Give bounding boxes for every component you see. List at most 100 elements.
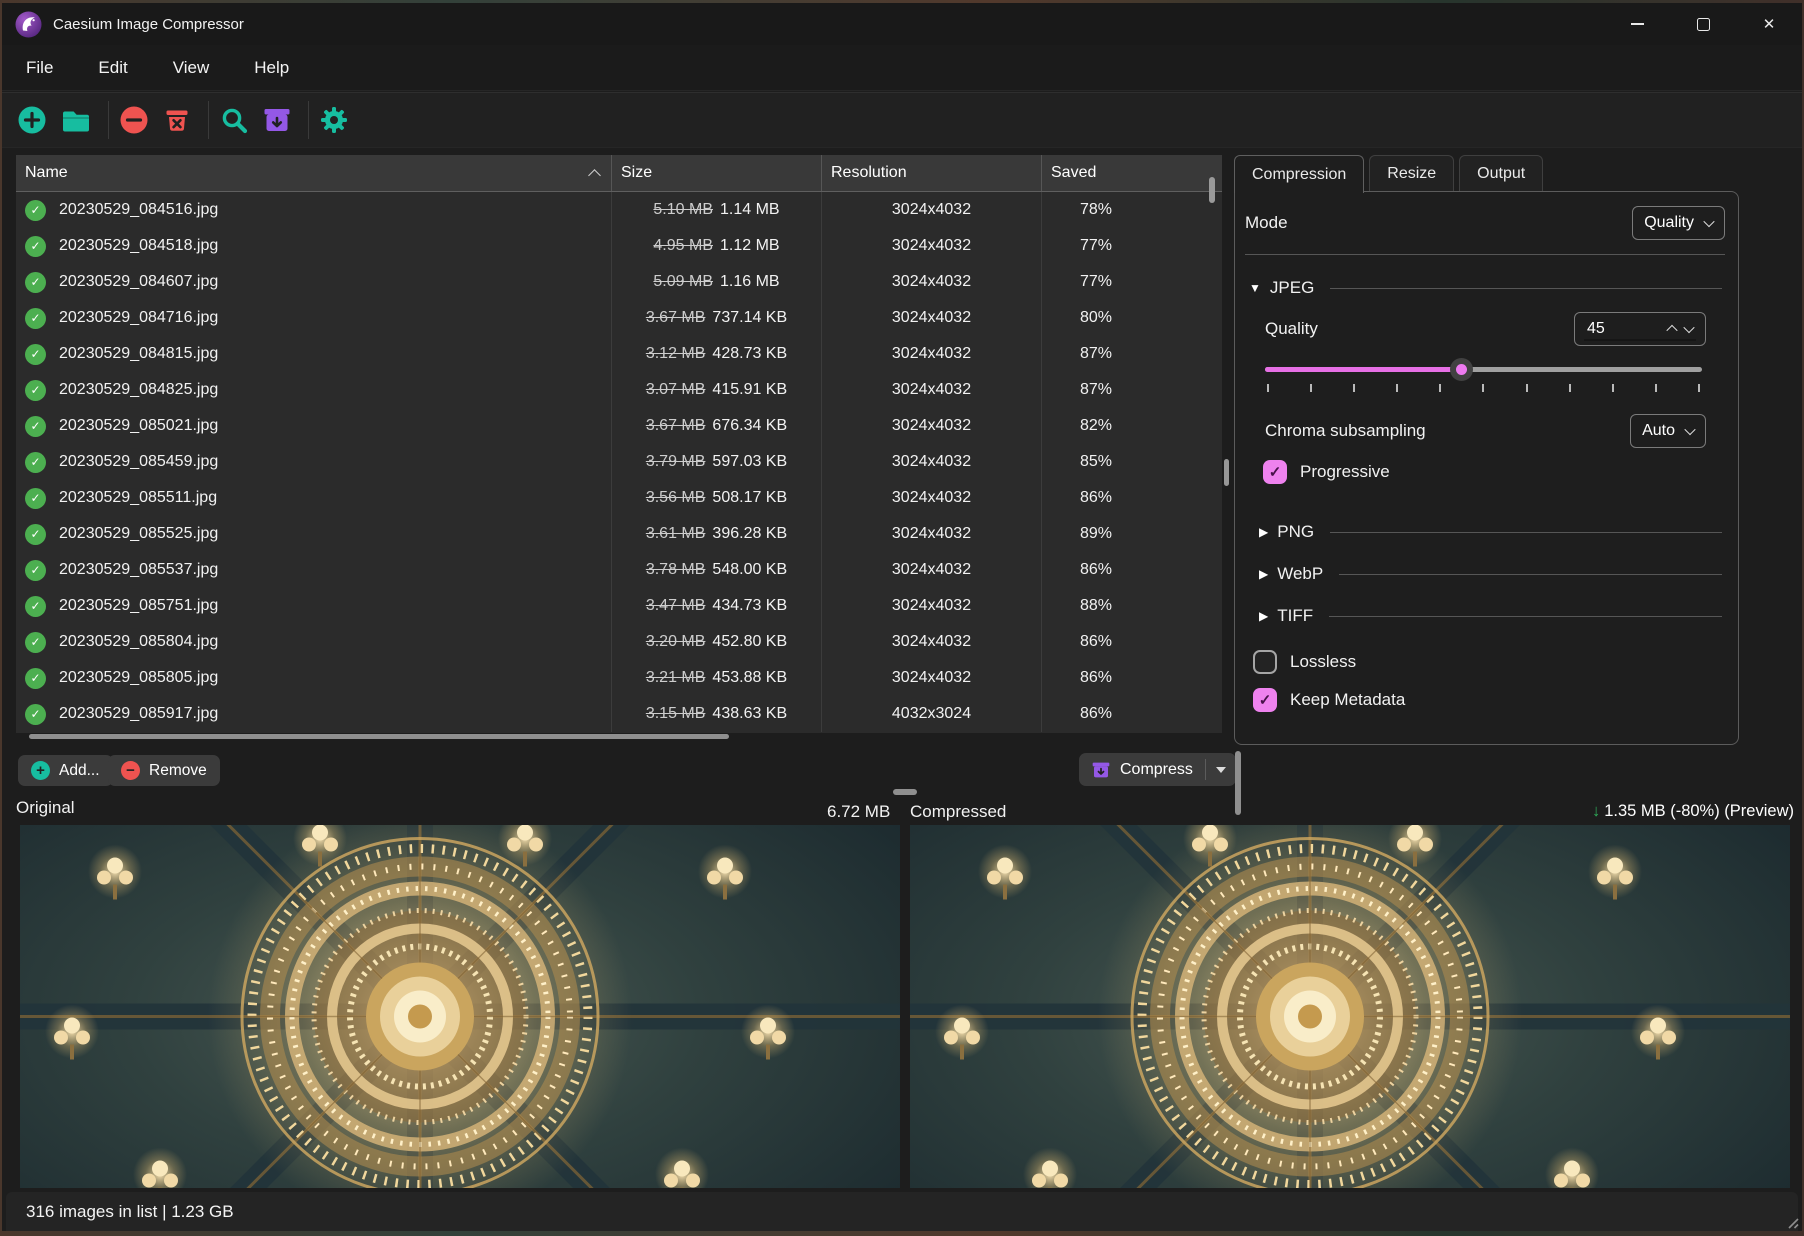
file-name: 20230529_085805.jpg: [59, 669, 218, 687]
column-header-name[interactable]: Name: [16, 155, 612, 191]
lossless-label: Lossless: [1290, 652, 1356, 672]
file-new-size: 1.12 MB: [720, 237, 780, 255]
close-button[interactable]: ✕: [1736, 3, 1802, 45]
add-folder-icon: [60, 105, 92, 135]
preview-splitter-handle[interactable]: [893, 789, 917, 795]
add-icon: +: [31, 761, 50, 780]
clear-list-button[interactable]: [162, 105, 192, 135]
remove-button[interactable]: − Remove: [108, 755, 220, 786]
file-new-size: 548.00 KB: [712, 561, 787, 579]
column-header-resolution[interactable]: Resolution: [822, 155, 1042, 191]
mode-dropdown[interactable]: Quality: [1632, 206, 1725, 240]
webp-section-header[interactable]: WebP: [1277, 564, 1323, 584]
panel-tabs: Compression Resize Output: [1234, 155, 1548, 193]
table-row[interactable]: ✓ 20230529_085525.jpg 3.61 MB 396.28 KB …: [16, 516, 1222, 552]
table-vertical-scrollbar[interactable]: [1209, 177, 1215, 203]
file-name: 20230529_084607.jpg: [59, 273, 218, 291]
table-row[interactable]: ✓ 20230529_085805.jpg 3.21 MB 453.88 KB …: [16, 660, 1222, 696]
quality-slider-handle[interactable]: [1450, 358, 1473, 381]
remove-file-button[interactable]: [119, 105, 149, 135]
file-name: 20230529_084518.jpg: [59, 237, 218, 255]
file-saved: 85%: [1042, 444, 1222, 480]
status-check-icon: ✓: [25, 380, 46, 401]
table-row[interactable]: ✓ 20230529_085021.jpg 3.67 MB 676.34 KB …: [16, 408, 1222, 444]
chroma-subsampling-dropdown[interactable]: Auto: [1630, 414, 1706, 448]
status-bar: 316 images in list | 1.23 GB: [6, 1192, 1798, 1231]
spin-up-icon[interactable]: [1666, 325, 1677, 336]
table-row[interactable]: ✓ 20230529_085537.jpg 3.78 MB 548.00 KB …: [16, 552, 1222, 588]
table-row[interactable]: ✓ 20230529_084825.jpg 3.07 MB 415.91 KB …: [16, 372, 1222, 408]
compress-options-arrow[interactable]: [1206, 753, 1236, 786]
quality-spinbox[interactable]: 45: [1574, 312, 1706, 346]
table-row[interactable]: ✓ 20230529_084815.jpg 3.12 MB 428.73 KB …: [16, 336, 1222, 372]
menu-view[interactable]: View: [173, 58, 210, 78]
file-resolution: 3024x4032: [822, 192, 1042, 228]
compressed-preview-image: [910, 825, 1790, 1188]
compress-button[interactable]: Compress: [1079, 753, 1236, 786]
resize-grip[interactable]: [1785, 1215, 1799, 1229]
add-button[interactable]: + Add...: [18, 755, 113, 786]
tiff-section-header[interactable]: TIFF: [1277, 606, 1313, 626]
png-section-header[interactable]: PNG: [1277, 522, 1314, 542]
file-new-size: 1.14 MB: [720, 201, 780, 219]
compress-toolbar-button[interactable]: [262, 105, 292, 135]
progressive-checkbox[interactable]: ✓: [1263, 460, 1287, 484]
spin-down-icon[interactable]: [1683, 322, 1694, 333]
jpeg-section-header[interactable]: JPEG: [1270, 278, 1314, 298]
table-row[interactable]: ✓ 20230529_085751.jpg 3.47 MB 434.73 KB …: [16, 588, 1222, 624]
file-resolution: 3024x4032: [822, 300, 1042, 336]
add-button-label: Add...: [59, 762, 100, 780]
table-row[interactable]: ✓ 20230529_085804.jpg 3.20 MB 452.80 KB …: [16, 624, 1222, 660]
quality-label: Quality: [1265, 319, 1318, 339]
add-folder-button[interactable]: [60, 105, 92, 135]
table-row[interactable]: ✓ 20230529_084516.jpg 5.10 MB 1.14 MB 30…: [16, 192, 1222, 228]
table-row[interactable]: ✓ 20230529_085917.jpg 3.15 MB 438.63 KB …: [16, 696, 1222, 732]
minimize-icon: [1631, 23, 1644, 25]
table-row[interactable]: ✓ 20230529_085459.jpg 3.79 MB 597.03 KB …: [16, 444, 1222, 480]
preview-button[interactable]: [219, 105, 249, 135]
panel-splitter-handle[interactable]: [1224, 459, 1229, 486]
table-row[interactable]: ✓ 20230529_085511.jpg 3.56 MB 508.17 KB …: [16, 480, 1222, 516]
table-row[interactable]: ✓ 20230529_084518.jpg 4.95 MB 1.12 MB 30…: [16, 228, 1222, 264]
tab-resize[interactable]: Resize: [1369, 155, 1454, 191]
column-header-size[interactable]: Size: [612, 155, 822, 191]
maximize-button[interactable]: [1670, 3, 1736, 45]
original-preview-label: Original: [16, 798, 75, 818]
file-name: 20230529_085751.jpg: [59, 597, 218, 615]
keep-metadata-checkbox[interactable]: ✓: [1253, 688, 1277, 712]
add-files-button[interactable]: [17, 105, 47, 135]
menu-help[interactable]: Help: [254, 58, 289, 78]
file-name: 20230529_084815.jpg: [59, 345, 218, 363]
status-check-icon: ✓: [25, 668, 46, 689]
chevron-down-icon: [1216, 767, 1226, 773]
tab-output[interactable]: Output: [1459, 155, 1543, 191]
file-saved: 86%: [1042, 696, 1222, 732]
original-size-value: 6.72 MB: [827, 802, 890, 822]
file-saved: 88%: [1042, 588, 1222, 624]
tab-compression[interactable]: Compression: [1234, 155, 1364, 193]
file-original-size: 5.09 MB: [653, 273, 713, 291]
column-header-saved[interactable]: Saved: [1042, 155, 1222, 191]
panel-scrollbar[interactable]: [1235, 751, 1241, 815]
table-horizontal-scrollbar[interactable]: [29, 734, 729, 739]
file-original-size: 3.67 MB: [646, 309, 706, 327]
settings-button[interactable]: [319, 105, 349, 135]
menu-edit[interactable]: Edit: [98, 58, 127, 78]
file-saved: 77%: [1042, 228, 1222, 264]
file-new-size: 438.63 KB: [712, 705, 787, 723]
file-original-size: 5.10 MB: [653, 201, 713, 219]
minimize-button[interactable]: [1604, 3, 1670, 45]
file-new-size: 676.34 KB: [712, 417, 787, 435]
lossless-checkbox[interactable]: ✓: [1253, 650, 1277, 674]
file-resolution: 3024x4032: [822, 408, 1042, 444]
file-new-size: 508.17 KB: [712, 489, 787, 507]
table-row[interactable]: ✓ 20230529_084716.jpg 3.67 MB 737.14 KB …: [16, 300, 1222, 336]
quality-slider[interactable]: [1265, 358, 1702, 381]
chroma-subsampling-label: Chroma subsampling: [1265, 421, 1426, 441]
menu-file[interactable]: File: [26, 58, 53, 78]
file-original-size: 3.56 MB: [646, 489, 706, 507]
status-check-icon: ✓: [25, 236, 46, 257]
file-name: 20230529_085804.jpg: [59, 633, 218, 651]
table-row[interactable]: ✓ 20230529_084607.jpg 5.09 MB 1.16 MB 30…: [16, 264, 1222, 300]
savings-text: 1.35 MB (-80%) (Preview): [1604, 802, 1794, 820]
